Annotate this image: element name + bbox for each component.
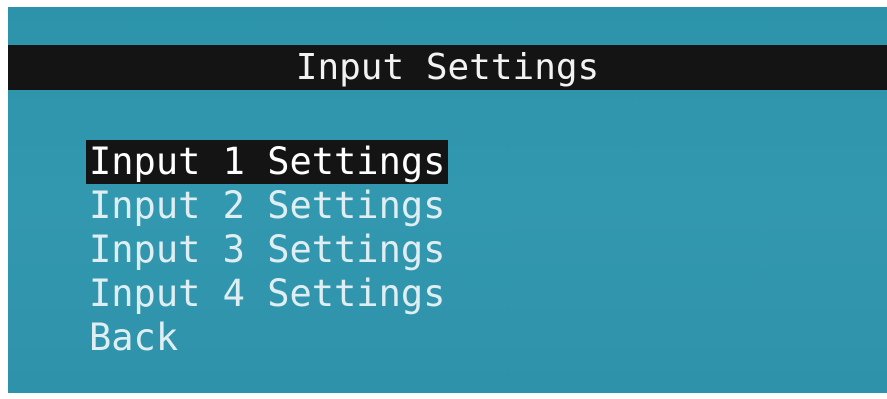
title-bar: Input Settings	[8, 45, 887, 90]
page-title: Input Settings	[295, 47, 600, 88]
menu-item-input-3-settings[interactable]: Input 3 Settings	[86, 228, 448, 272]
osd-screen: Input Settings Input 1 Settings Input 2 …	[8, 7, 887, 393]
menu-item-input-4-settings[interactable]: Input 4 Settings	[86, 272, 448, 316]
menu-item-back[interactable]: Back	[86, 316, 181, 360]
menu-item-input-2-settings[interactable]: Input 2 Settings	[86, 184, 448, 228]
menu-item-input-1-settings[interactable]: Input 1 Settings	[86, 140, 449, 184]
settings-menu: Input 1 Settings Input 2 Settings Input …	[86, 140, 449, 360]
